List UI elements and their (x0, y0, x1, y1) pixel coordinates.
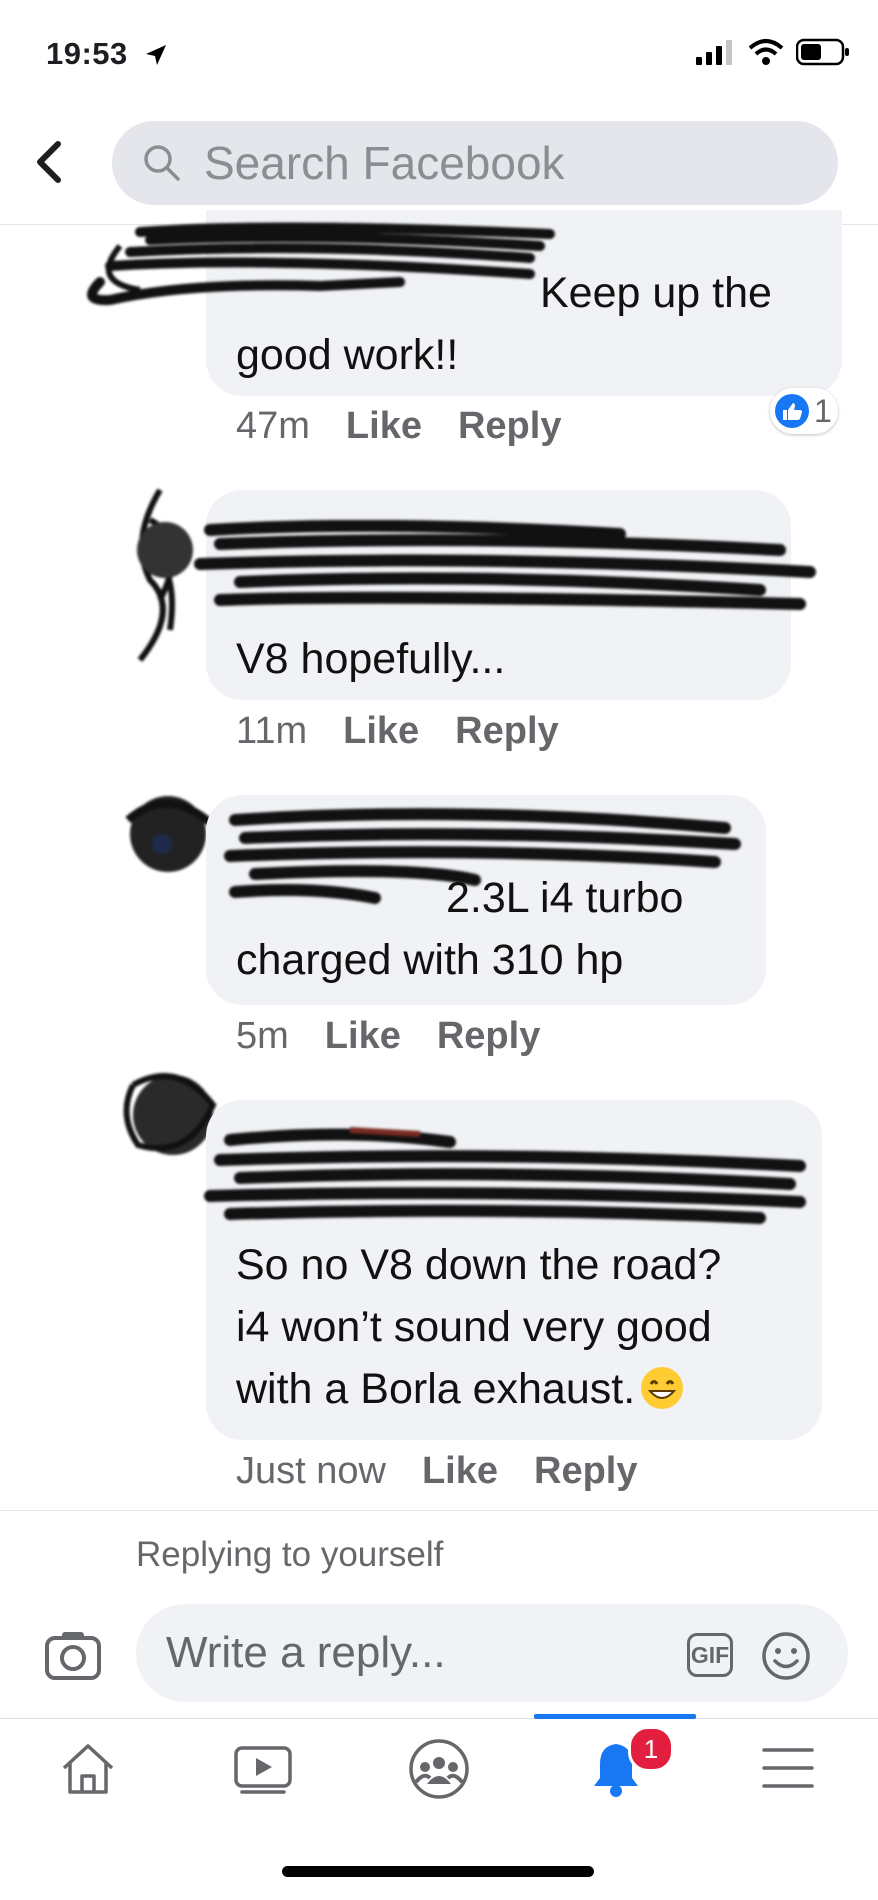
comment-text: V8 hopefully... (236, 635, 506, 683)
comment-time: 11m (236, 710, 308, 752)
emoji-icon[interactable] (760, 1630, 812, 1682)
cellular-signal-icon (696, 40, 732, 65)
menu-icon[interactable] (762, 1746, 814, 1790)
comment-time: Just now (236, 1450, 386, 1492)
wifi-icon (748, 39, 784, 65)
like-button[interactable]: Like (325, 1015, 401, 1058)
comment-time: 5m (236, 1015, 289, 1057)
search-bar[interactable]: Search Facebook (112, 121, 838, 205)
reply-button[interactable]: Reply (458, 405, 561, 448)
grinning-emoji-icon (641, 1367, 684, 1409)
comment-meta: 11m Like Reply (236, 710, 559, 753)
tab-bar-divider (0, 1718, 878, 1719)
reply-placeholder: Write a reply... (166, 1628, 446, 1677)
comment-meta: Just now Like Reply (236, 1450, 638, 1493)
replying-label: Replying to yourself (136, 1535, 444, 1574)
composer-divider (0, 1510, 878, 1511)
location-arrow-icon (146, 45, 166, 65)
like-button[interactable]: Like (346, 405, 422, 448)
notifications-badge: 1 (628, 1726, 674, 1772)
battery-icon (796, 38, 849, 66)
comment-text: So no V8 down the road? i4 won’t sound v… (236, 1241, 722, 1413)
search-placeholder: Search Facebook (204, 137, 565, 189)
like-button[interactable]: Like (343, 710, 419, 753)
search-icon (144, 145, 180, 181)
gif-button[interactable]: GIF (687, 1633, 733, 1677)
camera-icon[interactable] (44, 1630, 102, 1682)
redacted-author-scribble (194, 520, 816, 610)
like-reaction-icon (775, 394, 809, 428)
status-right (696, 38, 850, 66)
reply-button[interactable]: Reply (455, 710, 558, 753)
avatar (125, 796, 216, 872)
reply-button[interactable]: Reply (534, 1450, 637, 1493)
reply-button[interactable]: Reply (437, 1015, 540, 1058)
reaction-count: 1 (814, 392, 832, 429)
comment-time: 47m (236, 405, 310, 447)
back-icon[interactable] (30, 140, 70, 184)
comment-meta: 47m Like Reply (236, 405, 561, 448)
watch-video-icon[interactable] (232, 1744, 294, 1796)
home-indicator (282, 1866, 594, 1877)
reaction-summary[interactable]: 1 (770, 388, 838, 434)
active-tab-indicator (534, 1714, 696, 1719)
redacted-author-scribble (204, 1127, 806, 1224)
like-button[interactable]: Like (422, 1450, 498, 1493)
groups-icon[interactable] (406, 1738, 472, 1800)
comment-text: 2.3L i4 turbo charged with 310 hp (236, 874, 684, 984)
status-time: 19:53 (46, 36, 128, 71)
comment-meta: 5m Like Reply (236, 1015, 540, 1058)
comment-text: Keep up the good work!! (236, 269, 772, 379)
home-icon[interactable] (58, 1740, 118, 1796)
